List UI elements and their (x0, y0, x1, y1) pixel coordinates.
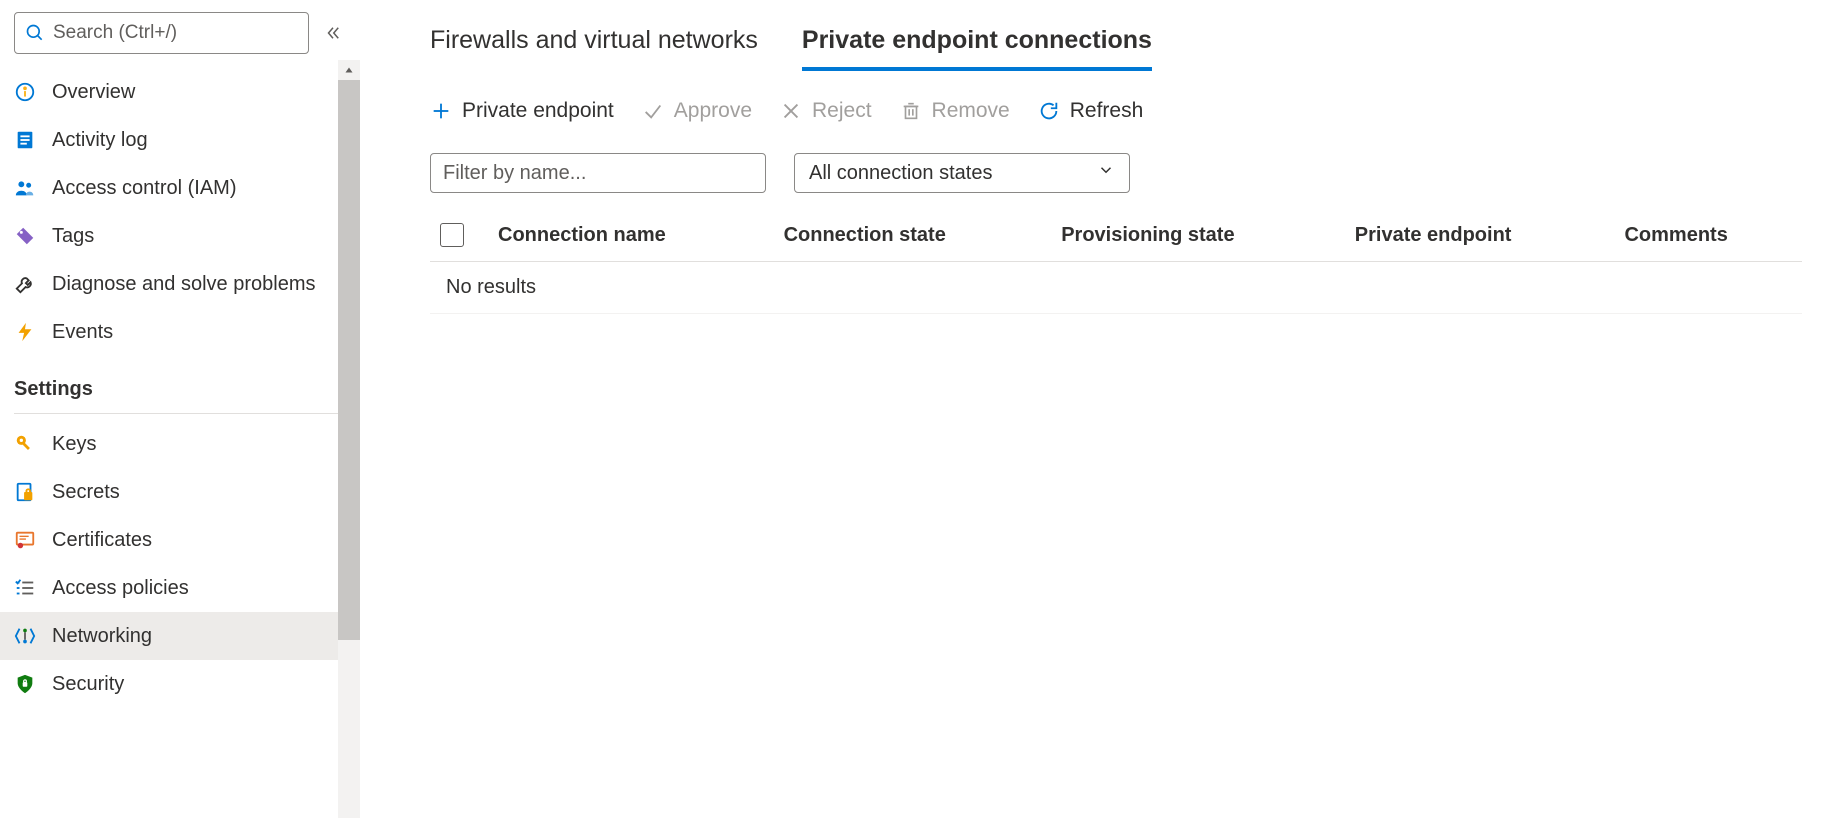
shield-icon (14, 673, 36, 695)
sidebar-search-box[interactable] (14, 12, 309, 54)
wrench-icon (14, 273, 36, 295)
toolbar-button-label: Remove (932, 99, 1010, 123)
approve-button: Approve (642, 99, 752, 123)
x-icon (780, 100, 802, 122)
tag-icon (14, 225, 36, 247)
filter-by-name-input[interactable] (430, 153, 766, 193)
sidebar-item-label: Events (52, 321, 113, 344)
toolbar: Private endpoint Approve Reject Remove R (430, 99, 1802, 123)
connections-table: Connection name Connection state Provisi… (430, 213, 1802, 314)
people-icon (14, 177, 36, 199)
select-all-checkbox[interactable] (440, 223, 464, 247)
sidebar: Overview Activity log Access control (IA… (0, 0, 360, 818)
sidebar-item-certificates[interactable]: Certificates (0, 516, 360, 564)
sidebar-item-label: Access control (IAM) (52, 177, 236, 200)
sidebar-item-label: Diagnose and solve problems (52, 273, 316, 296)
sidebar-item-label: Keys (52, 433, 96, 456)
toolbar-button-label: Reject (812, 99, 872, 123)
sidebar-item-label: Activity log (52, 129, 148, 152)
sidebar-item-label: Access policies (52, 577, 189, 600)
column-header[interactable]: Connection name (482, 213, 768, 262)
sidebar-item-tags[interactable]: Tags (0, 212, 360, 260)
key-icon (14, 433, 36, 455)
dropdown-value: All connection states (809, 162, 992, 185)
sidebar-item-access-control[interactable]: Access control (IAM) (0, 164, 360, 212)
sidebar-item-diagnose[interactable]: Diagnose and solve problems (0, 260, 360, 308)
sidebar-item-events[interactable]: Events (0, 308, 360, 356)
log-icon (14, 129, 36, 151)
divider (14, 413, 346, 414)
refresh-icon (1038, 100, 1060, 122)
sidebar-nav: Overview Activity log Access control (IA… (0, 68, 360, 818)
collapse-sidebar-button[interactable] (319, 19, 346, 47)
sidebar-item-label: Overview (52, 81, 135, 104)
trash-icon (900, 100, 922, 122)
sidebar-item-access-policies[interactable]: Access policies (0, 564, 360, 612)
column-header[interactable]: Connection state (768, 213, 1046, 262)
remove-button: Remove (900, 99, 1010, 123)
scrollbar-thumb[interactable] (338, 80, 360, 640)
search-icon (25, 23, 45, 43)
bolt-icon (14, 321, 36, 343)
connection-state-dropdown[interactable]: All connection states (794, 153, 1130, 193)
no-results-message: No results (430, 262, 1802, 314)
sidebar-item-networking[interactable]: Networking (0, 612, 360, 660)
tab-private-endpoint-connections[interactable]: Private endpoint connections (802, 20, 1152, 71)
search-input[interactable] (53, 22, 298, 44)
sidebar-item-overview[interactable]: Overview (0, 68, 360, 116)
sidebar-group-settings: Settings (0, 356, 360, 409)
plus-icon (430, 100, 452, 122)
table-header-row: Connection name Connection state Provisi… (430, 213, 1802, 262)
sidebar-item-label: Networking (52, 625, 152, 648)
toolbar-button-label: Refresh (1070, 99, 1144, 123)
overview-icon (14, 81, 36, 103)
reject-button: Reject (780, 99, 872, 123)
chevron-down-icon (1097, 161, 1115, 185)
table-empty-row: No results (430, 262, 1802, 314)
sidebar-item-keys[interactable]: Keys (0, 420, 360, 468)
sidebar-item-label: Tags (52, 225, 94, 248)
sidebar-item-activity-log[interactable]: Activity log (0, 116, 360, 164)
toolbar-button-label: Approve (674, 99, 752, 123)
secrets-icon (14, 481, 36, 503)
sidebar-item-label: Certificates (52, 529, 152, 552)
sidebar-item-secrets[interactable]: Secrets (0, 468, 360, 516)
certificate-icon (14, 529, 36, 551)
toolbar-button-label: Private endpoint (462, 99, 614, 123)
column-header[interactable]: Private endpoint (1339, 213, 1609, 262)
sidebar-item-label: Secrets (52, 481, 120, 504)
column-header[interactable]: Comments (1608, 213, 1802, 262)
check-icon (642, 100, 664, 122)
policies-icon (14, 577, 36, 599)
sidebar-item-label: Security (52, 673, 124, 696)
tab-firewalls[interactable]: Firewalls and virtual networks (430, 20, 758, 71)
sidebar-scrollbar[interactable] (338, 60, 360, 818)
sidebar-item-security[interactable]: Security (0, 660, 360, 708)
add-private-endpoint-button[interactable]: Private endpoint (430, 99, 614, 123)
tabstrip: Firewalls and virtual networks Private e… (430, 20, 1802, 71)
column-header[interactable]: Provisioning state (1045, 213, 1339, 262)
networking-icon (14, 625, 36, 647)
scrollbar-up-arrow-icon[interactable] (338, 60, 360, 80)
filters-row: All connection states (430, 153, 1802, 193)
main-content: Firewalls and virtual networks Private e… (360, 0, 1842, 818)
refresh-button[interactable]: Refresh (1038, 99, 1144, 123)
